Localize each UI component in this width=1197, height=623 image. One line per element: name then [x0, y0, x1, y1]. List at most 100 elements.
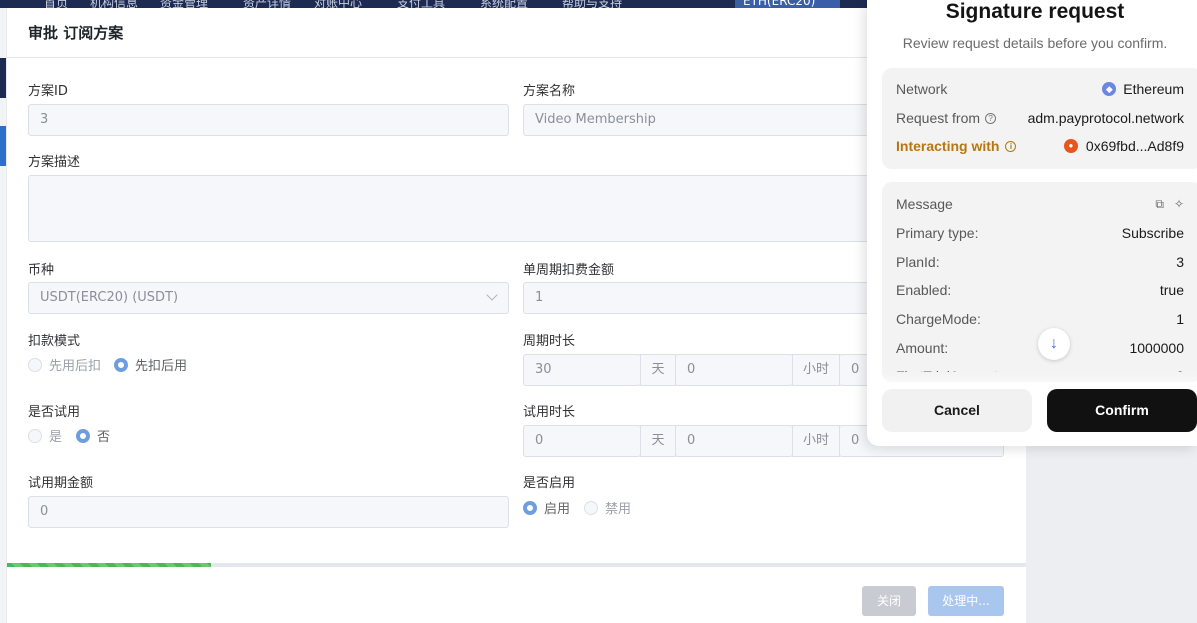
interacting-with-row: Interacting with i ● 0x69fbd...Ad8f9	[896, 136, 1184, 156]
trial-label: 是否试用	[28, 405, 81, 420]
charge-mode-option-postpaid[interactable]: 先用后扣	[28, 355, 101, 374]
message-key: PlanId:	[896, 254, 940, 270]
message-card: Message ⧉ ✧ Primary type: Subscribe PlanI…	[882, 182, 1197, 382]
nav-item-institution[interactable]: 机构信息	[90, 0, 138, 8]
question-icon[interactable]: ?	[985, 112, 997, 124]
trial-days-input[interactable]: 0	[523, 425, 641, 457]
plan-name-label: 方案名称	[523, 84, 576, 99]
network-selector[interactable]: ETH(ERC20)	[735, 0, 840, 8]
trial-hour-unit: 小时	[792, 425, 840, 457]
trial-amount-label: 试用期金额	[28, 476, 94, 491]
enabled-option-label: 启用	[544, 502, 571, 517]
trial-option-yes[interactable]: 是	[28, 426, 62, 445]
trial-amount-input[interactable]: 0	[28, 496, 509, 528]
radio-on-icon	[523, 500, 537, 515]
message-row: Enabled: true	[896, 280, 1184, 300]
message-value: 3	[1176, 254, 1184, 270]
trial-option-label: 否	[97, 430, 111, 445]
network-value: Ethereum	[1123, 81, 1184, 97]
currency-select[interactable]: USDT(ERC20) (USDT)	[28, 282, 509, 314]
cycle-hour-unit: 小时	[792, 354, 840, 386]
enabled-option-off[interactable]: 禁用	[584, 498, 631, 517]
cycle-hours-input[interactable]: 0	[675, 354, 793, 386]
charge-mode-option-label: 先扣后用	[135, 359, 188, 374]
charge-mode-option-prepaid[interactable]: 先扣后用	[114, 355, 187, 374]
interacting-with-label: Interacting with	[896, 138, 1000, 154]
background-sidebar-mark	[0, 58, 6, 98]
request-from-row: Request from? adm.payprotocol.network	[896, 108, 1184, 128]
network-label: Network	[896, 81, 948, 97]
request-from-label: Request from	[896, 110, 981, 126]
message-key: Primary type:	[896, 225, 979, 241]
message-header-row: Message ⧉ ✧	[896, 194, 1184, 214]
signature-request-popup: Signature request Review request details…	[867, 0, 1197, 446]
message-key: ChargeMode:	[896, 311, 981, 327]
trial-option-label: 是	[49, 430, 63, 445]
network-selector-label: ETH(ERC20)	[743, 0, 816, 8]
message-label: Message	[896, 196, 953, 212]
plan-description-textarea[interactable]	[28, 175, 1004, 242]
scroll-fade	[882, 372, 1197, 382]
currency-select-value: USDT(ERC20) (USDT)	[40, 290, 179, 305]
signature-request-title: Signature request	[945, 0, 1125, 23]
trial-option-no[interactable]: 否	[76, 426, 110, 445]
trial-day-unit: 天	[640, 425, 676, 457]
plan-id-input[interactable]: 3	[28, 104, 509, 136]
ethereum-icon: ◆	[1102, 82, 1117, 96]
interacting-with-value[interactable]: 0x69fbd...Ad8f9	[1086, 138, 1184, 154]
request-from-value: adm.payprotocol.network	[1027, 110, 1184, 126]
request-details-card: Network ◆ Ethereum Request from? adm.payp…	[882, 68, 1197, 169]
message-value: 1000000	[1129, 340, 1184, 356]
radio-on-icon	[76, 428, 90, 443]
nav-item-funds[interactable]: 资金管理	[160, 0, 208, 8]
nav-item-reconciliation[interactable]: 对账中心	[314, 0, 362, 8]
amount-per-cycle-label: 单周期扣费金额	[523, 263, 615, 278]
nav-item-assets[interactable]: 资产详情	[243, 0, 291, 8]
dialog-title: 审批 订阅方案	[28, 24, 124, 42]
radio-on-icon	[114, 357, 128, 372]
scroll-down-arrow-icon[interactable]: ↓	[1038, 328, 1070, 360]
cycle-day-unit: 天	[640, 354, 676, 386]
charge-mode-option-label: 先用后扣	[49, 359, 102, 374]
message-value: true	[1159, 282, 1184, 298]
network-row: Network ◆ Ethereum	[896, 79, 1184, 99]
cancel-button[interactable]: Cancel	[882, 389, 1032, 432]
sparkle-icon[interactable]: ✧	[1174, 197, 1184, 211]
nav-item-payment-tools[interactable]: 支付工具	[397, 0, 445, 8]
message-key: Enabled:	[896, 282, 952, 298]
message-row: PlanId: 3	[896, 252, 1184, 272]
background-sidebar-edge	[0, 8, 6, 623]
plan-id-label: 方案ID	[28, 84, 68, 99]
radio-off-icon	[28, 428, 42, 443]
contract-avatar-icon: ●	[1063, 139, 1078, 153]
progress-bar-fill	[7, 563, 211, 567]
chevron-down-icon	[486, 289, 498, 301]
cycle-days-input[interactable]: 30	[523, 354, 641, 386]
nav-item-help[interactable]: 帮助与支持	[562, 0, 622, 8]
message-row: ChargeMode: 1	[896, 309, 1184, 329]
plan-description-label: 方案描述	[28, 155, 81, 170]
info-icon[interactable]: i	[1005, 140, 1017, 152]
background-sidebar-mark	[0, 126, 6, 166]
cycle-duration-label: 周期时长	[523, 334, 576, 349]
message-row: Primary type: Subscribe	[896, 223, 1184, 243]
enabled-label: 是否启用	[523, 476, 576, 491]
nav-item-home[interactable]: 首页	[44, 0, 68, 8]
message-value: Subscribe	[1121, 225, 1184, 241]
nav-item-system-config[interactable]: 系统配置	[480, 0, 528, 8]
radio-off-icon	[28, 357, 42, 372]
currency-label: 币种	[28, 263, 55, 278]
processing-button[interactable]: 处理中...	[928, 586, 1004, 616]
progress-bar	[7, 563, 1026, 567]
copy-icon[interactable]: ⧉	[1155, 197, 1164, 212]
trial-duration-label: 试用时长	[523, 405, 576, 420]
signature-request-subtitle: Review request details before you confir…	[902, 35, 1168, 51]
trial-hours-input[interactable]: 0	[675, 425, 793, 457]
enabled-option-label: 禁用	[605, 502, 632, 517]
message-key: Amount:	[896, 340, 949, 356]
background-panel	[1026, 440, 1197, 623]
confirm-button[interactable]: Confirm	[1047, 389, 1197, 432]
close-button[interactable]: 关闭	[862, 586, 916, 616]
enabled-option-on[interactable]: 启用	[523, 498, 570, 517]
charge-mode-label: 扣款模式	[28, 334, 81, 349]
